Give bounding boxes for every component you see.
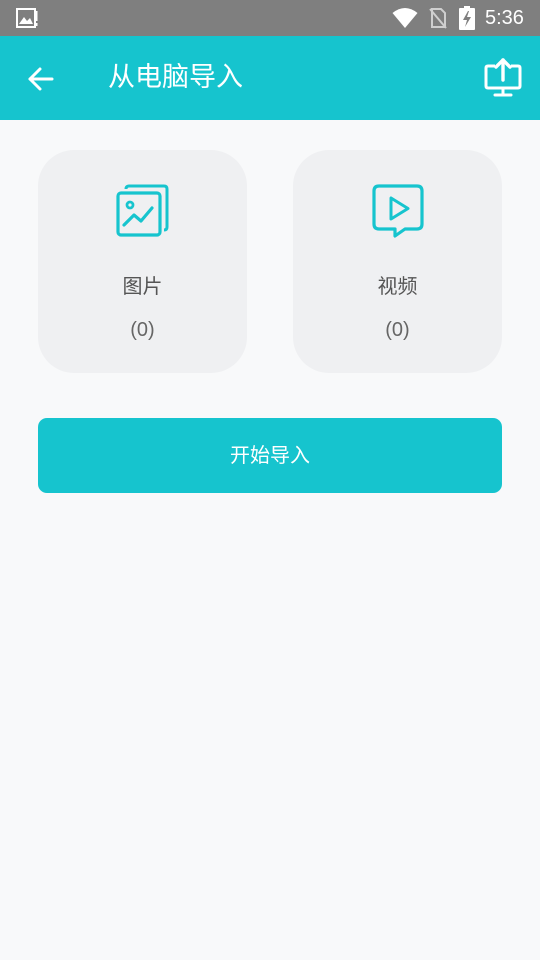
page-title: 从电脑导入 <box>108 62 243 93</box>
status-time: 5:36 <box>485 7 524 29</box>
image-gallery-icon <box>114 183 170 239</box>
images-card[interactable]: 图片 (0) <box>38 150 247 373</box>
upload-to-monitor-icon <box>482 58 524 104</box>
upload-button[interactable] <box>482 56 524 100</box>
images-card-label: 图片 <box>122 274 163 298</box>
no-sim-icon <box>428 7 448 29</box>
wifi-icon <box>392 7 418 29</box>
videos-card[interactable]: 视频 (0) <box>293 150 502 373</box>
image-notification-icon <box>16 8 38 28</box>
start-import-button[interactable]: 开始导入 <box>38 418 502 493</box>
videos-card-label: 视频 <box>377 274 418 298</box>
back-button[interactable] <box>20 58 62 100</box>
images-card-count: (0) <box>130 319 155 341</box>
videos-card-count: (0) <box>385 319 410 341</box>
app-bar: 从电脑导入 <box>0 36 540 120</box>
status-bar: 5:36 <box>0 0 540 36</box>
battery-charging-icon <box>459 6 475 30</box>
video-play-icon <box>369 183 425 239</box>
arrow-left-icon <box>20 67 62 104</box>
